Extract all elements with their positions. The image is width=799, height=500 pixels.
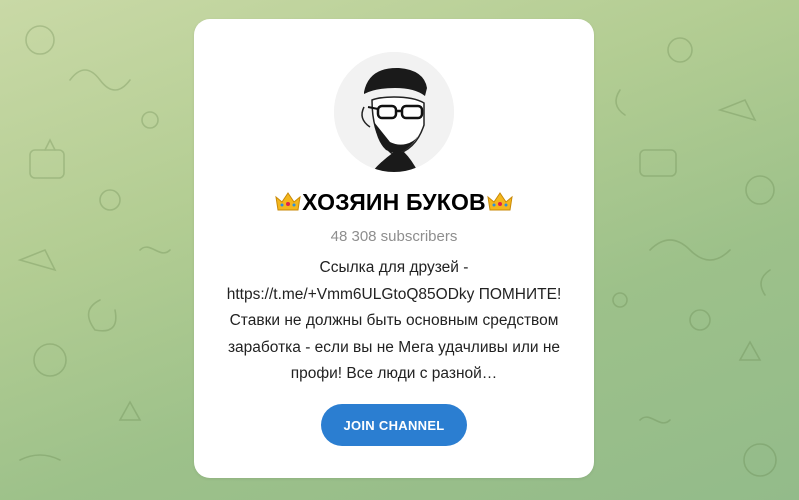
channel-avatar — [334, 52, 454, 172]
channel-title: ХОЗЯИН БУКОВ — [194, 189, 594, 216]
description-line: профи! Все люди с разной… — [290, 365, 498, 382]
description-line: заработка - если вы не Мега удачливы или… — [227, 338, 561, 356]
description-line: Ссылка для друзей - — [319, 259, 469, 276]
join-channel-button[interactable]: JOIN CHANNEL — [321, 404, 467, 446]
channel-description: Ссылка для друзей - https://t.me/+Vmm6UL… — [212, 255, 576, 388]
description-line: https://t.me/+Vmm6ULGtoQ85ODky ПОМНИТЕ! — [226, 285, 562, 303]
channel-card: ХОЗЯИН БУКОВ 48 308 subscribers Ссылка д… — [194, 19, 594, 478]
crown-icon — [487, 192, 513, 211]
description-line: Ставки не должны быть основным средством — [229, 312, 559, 329]
subscriber-count: 48 308 subscribers — [330, 228, 458, 245]
channel-title-text: ХОЗЯИН БУКОВ — [302, 189, 486, 215]
crown-icon — [275, 192, 301, 211]
